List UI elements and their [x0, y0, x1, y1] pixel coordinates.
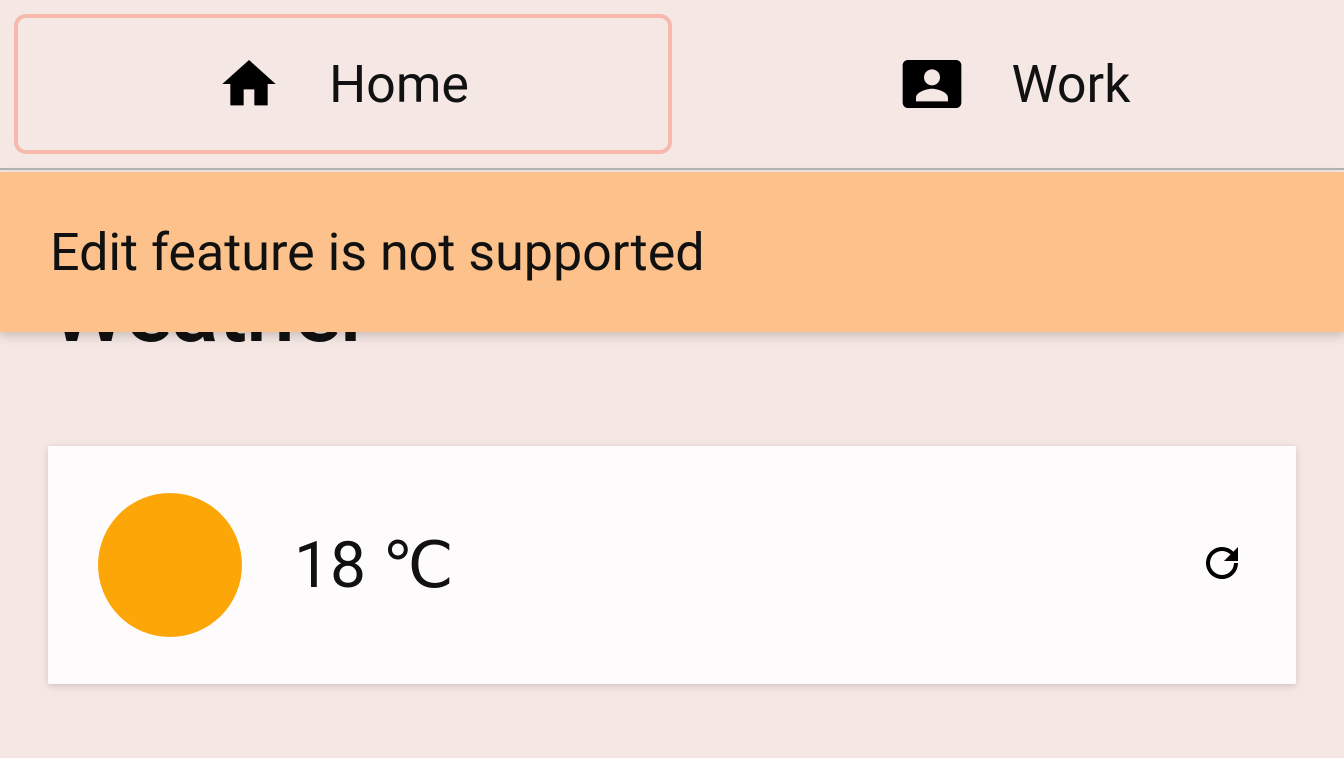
person-icon — [900, 52, 964, 116]
sun-icon — [98, 493, 242, 637]
temperature-value: 18 ℃ — [294, 528, 1198, 603]
snackbar-message: Edit feature is not supported — [50, 222, 705, 283]
refresh-button[interactable] — [1198, 541, 1246, 589]
weather-card: 18 ℃ — [48, 446, 1296, 684]
tab-home[interactable]: Home — [14, 14, 672, 154]
snackbar: Edit feature is not supported — [0, 172, 1344, 332]
tab-work-label: Work — [1012, 54, 1131, 115]
refresh-icon — [1198, 539, 1246, 591]
tab-home-label: Home — [329, 54, 469, 115]
tab-bar: Home Work — [0, 0, 1344, 170]
tab-work[interactable]: Work — [686, 0, 1344, 168]
home-icon — [217, 52, 281, 116]
